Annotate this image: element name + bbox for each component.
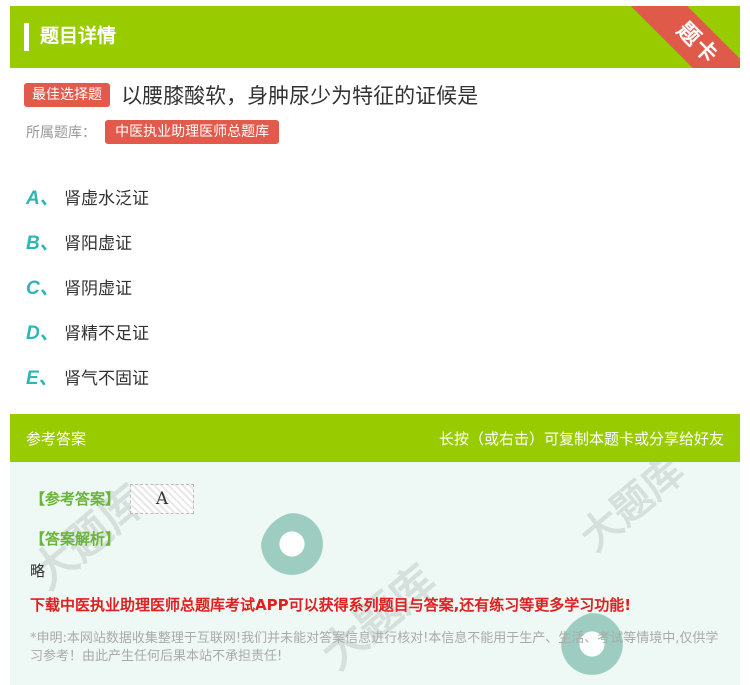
option-letter: C、	[26, 278, 59, 299]
question-card-ribbon[interactable]: 题卡	[608, 6, 740, 68]
question-stem: 最佳选择题 以腰膝酸软，身肿尿少为特征的证候是	[24, 80, 724, 110]
option-text: 肾精不足证	[64, 324, 149, 344]
detail-header: 题目详情 题卡	[10, 6, 740, 68]
option-text: 肾阳虚证	[64, 234, 132, 254]
question-type-badge: 最佳选择题	[24, 83, 110, 107]
bank-label: 所属题库：	[26, 125, 96, 141]
analysis-text: 略	[30, 562, 46, 580]
header-accent-bar	[24, 23, 29, 51]
page-title: 题目详情	[40, 25, 117, 47]
analysis-label: 【答案解析】	[30, 530, 121, 548]
ribbon-label: 题卡	[671, 17, 724, 68]
question-bank-row: 所属题库： 中医执业助理医师总题库	[26, 120, 280, 144]
watermark-logo: 大题库	[571, 462, 694, 561]
bank-link[interactable]: 中医执业助理医师总题库	[105, 120, 280, 144]
question-text: 以腰膝酸软，身肿尿少为特征的证候是	[121, 84, 479, 108]
option-a[interactable]: A、 肾虚水泛证	[26, 174, 149, 219]
option-letter: E、	[26, 368, 58, 389]
answer-label: 【参考答案】	[30, 490, 121, 508]
option-text: 肾虚水泛证	[64, 189, 149, 209]
option-text: 肾气不固证	[64, 369, 149, 389]
option-d[interactable]: D、 肾精不足证	[26, 309, 149, 354]
option-text: 肾阴虚证	[64, 279, 132, 299]
disclaimer-text: *申明:本网站数据收集整理于互联网!我们并未能对答案信息进行核对!本信息不能用于…	[30, 631, 719, 664]
option-b[interactable]: B、 肾阳虚证	[26, 219, 149, 264]
answer-section-header: 参考答案 长按（或右击）可复制本题卡或分享给好友	[10, 414, 740, 462]
share-hint: 长按（或右击）可复制本题卡或分享给好友	[438, 430, 724, 448]
option-letter: B、	[26, 233, 59, 254]
watermark-swirl-icon	[260, 512, 340, 592]
download-app-promo[interactable]: 下载中医执业助理医师总题库考试APP可以获得系列题目与答案,还有练习等更多学习功…	[30, 594, 631, 615]
option-c[interactable]: C、 肾阴虚证	[26, 264, 149, 309]
option-e[interactable]: E、 肾气不固证	[26, 354, 149, 399]
answer-value: A	[130, 484, 194, 514]
option-letter: A、	[26, 188, 59, 209]
answer-section-title: 参考答案	[26, 430, 87, 448]
answer-panel: 大题库 大题库 大题库 【参考答案】 A 【答案解析】 略 下载中医执业助理医师…	[10, 462, 740, 685]
option-letter: D、	[26, 323, 59, 344]
option-list: A、 肾虚水泛证 B、 肾阳虚证 C、 肾阴虚证 D、 肾精不足证 E、 肾气不…	[26, 174, 149, 399]
